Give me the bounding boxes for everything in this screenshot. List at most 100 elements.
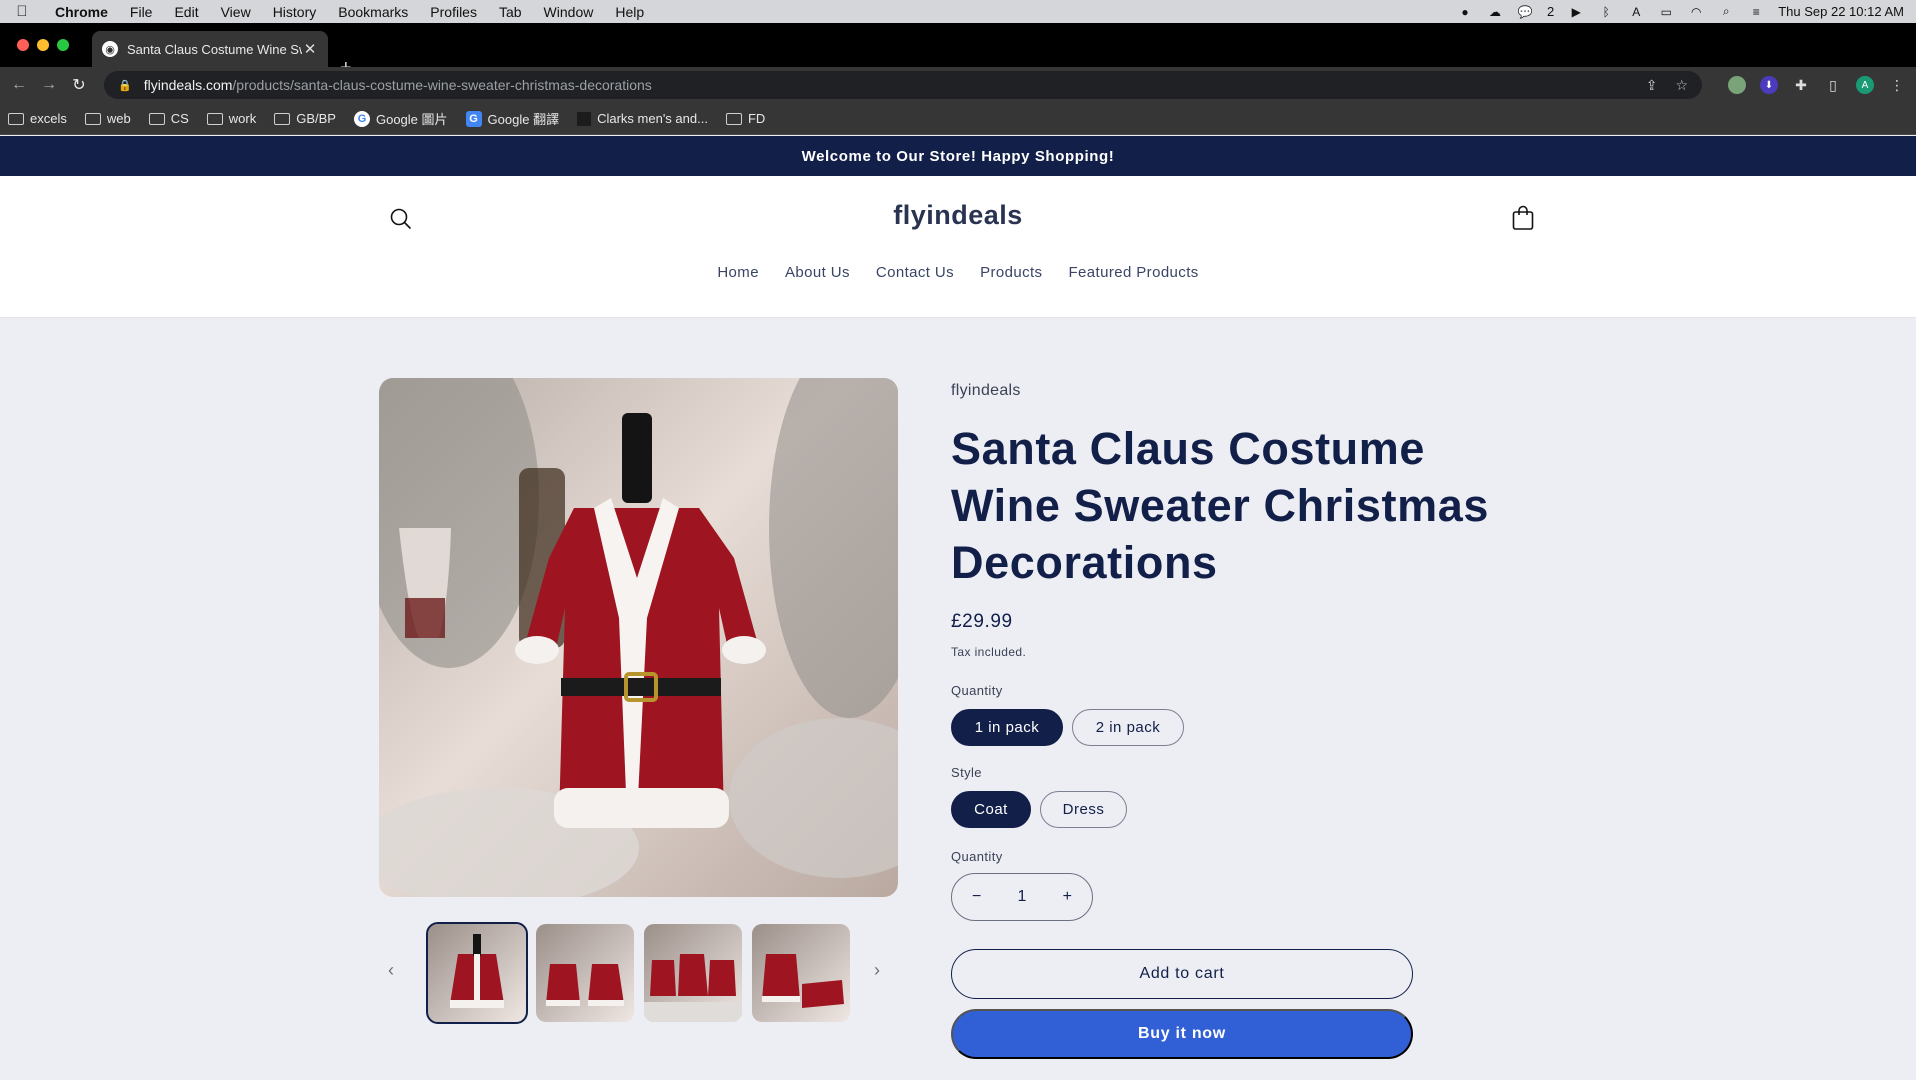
bluetooth-icon[interactable]: ᛒ [1598, 4, 1614, 20]
menu-view[interactable]: View [210, 4, 262, 20]
back-arrow-icon[interactable]: ← [4, 76, 34, 94]
tab-title: Santa Claus Costume Wine Sw [127, 41, 302, 57]
bookmark-label: CS [170, 111, 189, 126]
nav-contact-us[interactable]: Contact Us [876, 264, 954, 281]
forward-arrow-icon[interactable]: → [34, 76, 64, 94]
folder-icon [274, 112, 291, 125]
minimize-window-icon[interactable] [37, 39, 49, 51]
menu-file[interactable]: File [119, 4, 164, 20]
bookmark-gb-bp[interactable]: GB/BP [274, 111, 336, 126]
browser-tab-strip: ◉ Santa Claus Costume Wine Sw ✕ + ⌄ [0, 23, 1916, 79]
option-style-dress[interactable]: Dress [1040, 791, 1127, 828]
cart-icon[interactable] [1510, 204, 1536, 232]
store-logo[interactable]: flyindeals [0, 200, 1916, 231]
reload-icon[interactable]: ↻ [64, 75, 94, 95]
menu-help[interactable]: Help [604, 4, 655, 20]
product-price: £29.99 [951, 611, 1013, 632]
battery-icon[interactable]: ▭ [1658, 4, 1674, 20]
wifi-icon[interactable]: ◠ [1688, 4, 1704, 20]
quantity-label: Quantity [951, 849, 1003, 864]
folder-icon [725, 112, 742, 125]
thumbnail-1[interactable] [426, 922, 528, 1024]
download-extension-icon[interactable]: ⬇ [1760, 76, 1778, 94]
profile-avatar-icon[interactable]: A [1856, 76, 1874, 94]
thumbnail-4[interactable] [752, 924, 850, 1022]
wechat-icon[interactable]: 💬 [1517, 4, 1533, 20]
menu-tab[interactable]: Tab [488, 4, 533, 20]
thumbnail-image [546, 964, 624, 1006]
address-bar[interactable]: 🔒 flyindeals.com /products/santa-claus-c… [104, 71, 1702, 99]
quantity-stepper: − 1 + [951, 873, 1093, 921]
bookmark-label: work [228, 111, 257, 126]
bookmark-label: Google 翻譯 [487, 112, 560, 127]
extension-green-icon[interactable] [1728, 76, 1746, 94]
bookmark-fd[interactable]: FD [725, 111, 766, 126]
url-host: flyindeals.com [143, 77, 233, 93]
nav-featured-products[interactable]: Featured Products [1068, 264, 1198, 281]
control-center-icon[interactable]: ≡ [1748, 4, 1764, 20]
thumbnail-3[interactable] [644, 924, 742, 1022]
play-icon[interactable]: ▶ [1568, 4, 1584, 20]
thumbnail-2[interactable] [536, 924, 634, 1022]
increase-quantity-button[interactable]: + [1063, 888, 1072, 906]
add-to-cart-button[interactable]: Add to cart [951, 949, 1413, 999]
main-navigation: Home About Us Contact Us Products Featur… [0, 264, 1916, 281]
bookmark-cs[interactable]: CS [148, 111, 189, 126]
chevron-left-icon[interactable]: ‹ [388, 960, 394, 981]
bookmark-google-translate[interactable]: G Google 翻譯 [465, 109, 560, 128]
bookmark-google-images[interactable]: G Google 圖片 [353, 109, 448, 128]
menu-app-name[interactable]: Chrome [44, 4, 119, 20]
chrome-menu-icon[interactable]: ⋮ [1888, 76, 1906, 94]
folder-icon [84, 112, 101, 125]
bookmark-label: GB/BP [296, 111, 336, 126]
buy-it-now-button[interactable]: Buy it now [951, 1009, 1413, 1059]
nav-about-us[interactable]: About Us [785, 264, 850, 281]
nav-home[interactable]: Home [717, 264, 759, 281]
bookmark-label: excels [30, 111, 67, 126]
bookmark-label: Clarks men's and... [597, 111, 708, 126]
url-path: /products/santa-claus-costume-wine-sweat… [232, 77, 652, 93]
menu-history[interactable]: History [262, 4, 328, 20]
bookmark-web[interactable]: web [84, 111, 131, 126]
close-tab-icon[interactable]: ✕ [302, 40, 318, 58]
menubar-clock[interactable]: Thu Sep 22 10:12 AM [1778, 4, 1904, 19]
close-window-icon[interactable] [17, 39, 29, 51]
option-1-in-pack[interactable]: 1 in pack [951, 709, 1063, 746]
bookmark-work[interactable]: work [206, 111, 257, 126]
folder-icon [8, 112, 24, 125]
line-icon[interactable]: ● [1457, 4, 1473, 20]
option-style-coat[interactable]: Coat [951, 791, 1031, 828]
cloud-icon[interactable]: ☁ [1487, 4, 1503, 20]
share-icon[interactable]: ⇪ [1646, 77, 1658, 94]
maximize-window-icon[interactable] [57, 39, 69, 51]
bookmark-label: FD [747, 111, 766, 126]
decrease-quantity-button[interactable]: − [972, 888, 981, 906]
quantity-input[interactable]: 1 [1018, 888, 1027, 906]
menubar-status-area: ● ☁ 💬 2 ▶ ᛒ A ▭ ◠ ⌕ ≡ Thu Sep 22 10:12 A… [1457, 0, 1904, 23]
apple-icon[interactable]:  [0, 3, 44, 20]
bookmark-excels[interactable]: excels [8, 111, 67, 126]
bookmark-clarks[interactable]: Clarks men's and... [577, 111, 708, 126]
extension-area: ⬇ ✚ ▯ A ⋮ [1728, 76, 1906, 94]
menu-window[interactable]: Window [533, 4, 605, 20]
announcement-text: Welcome to Our Store! Happy Shopping! [801, 147, 1115, 165]
product-main-image[interactable] [379, 378, 898, 897]
extensions-icon[interactable]: ✚ [1792, 76, 1810, 94]
clarks-favicon-icon [577, 111, 592, 126]
macos-menubar:  Chrome File Edit View History Bookmark… [0, 0, 1916, 23]
browser-tab-active[interactable]: ◉ Santa Claus Costume Wine Sw ✕ [92, 31, 328, 67]
menu-bookmarks[interactable]: Bookmarks [327, 4, 419, 20]
option-2-in-pack[interactable]: 2 in pack [1072, 709, 1184, 746]
browser-toolbar: ← → ↻ 🔒 flyindeals.com /products/santa-c… [0, 67, 1916, 103]
lock-icon[interactable]: 🔒 [118, 79, 132, 92]
chevron-right-icon[interactable]: › [874, 960, 880, 981]
side-panel-icon[interactable]: ▯ [1824, 76, 1842, 94]
announcement-bar: Welcome to Our Store! Happy Shopping! [0, 136, 1916, 176]
star-icon[interactable]: ☆ [1675, 77, 1688, 94]
thumbnail-image [644, 954, 742, 1022]
menu-profiles[interactable]: Profiles [419, 4, 488, 20]
spotlight-icon[interactable]: ⌕ [1718, 4, 1734, 20]
nav-products[interactable]: Products [980, 264, 1042, 281]
input-source-icon[interactable]: A [1628, 4, 1644, 20]
menu-edit[interactable]: Edit [163, 4, 209, 20]
